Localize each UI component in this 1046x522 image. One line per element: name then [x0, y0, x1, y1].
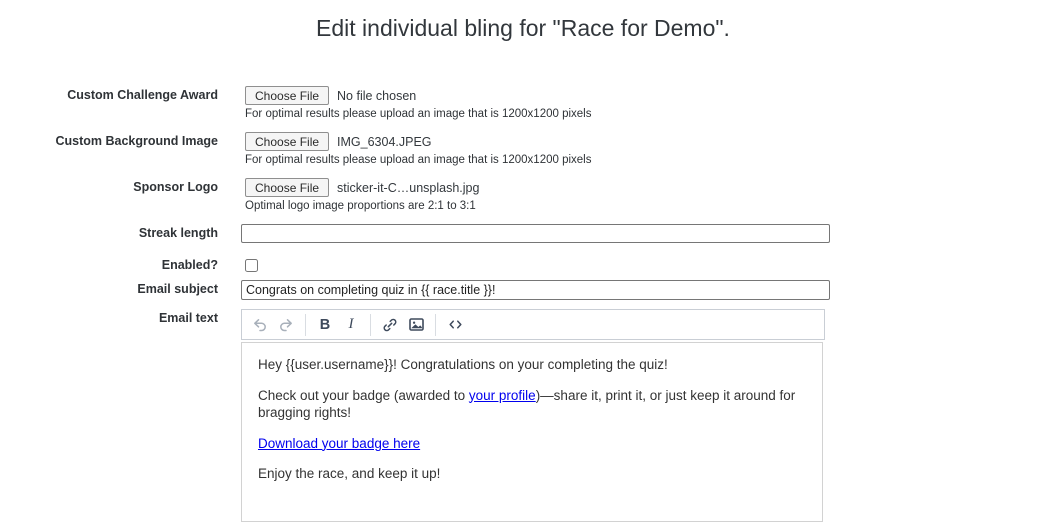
email-greeting-text: Hey {{user.username}}! Congratulations o… [258, 357, 668, 372]
email-badge-paragraph: Check out your badge (awarded to your pr… [258, 387, 806, 422]
choose-file-button[interactable]: Choose File [245, 132, 330, 151]
custom-background-image-field: Choose File IMG_6304.JPEG For optimal re… [241, 132, 1046, 166]
file-name-text: No file chosen [337, 88, 417, 103]
custom-background-image-file-input[interactable]: Choose File IMG_6304.JPEG [245, 132, 1046, 151]
streak-length-label: Streak length [138, 226, 218, 240]
form-row-custom-challenge-award: Custom Challenge Award Choose File No fi… [0, 86, 1046, 120]
redo-icon [278, 317, 294, 333]
custom-challenge-award-file-input[interactable]: Choose File No file chosen [245, 86, 1046, 105]
choose-file-button[interactable]: Choose File [245, 178, 330, 197]
undo-button[interactable] [247, 312, 273, 337]
bold-button[interactable]: B [312, 312, 338, 337]
sponsor-logo-file-input[interactable]: Choose File sticker-it-C…unsplash.jpg [245, 178, 1046, 197]
choose-file-button[interactable]: Choose File [245, 86, 330, 105]
email-download-paragraph: Download your badge here [258, 435, 806, 453]
download-badge-link[interactable]: Download your badge here [258, 436, 420, 451]
help-text: Optimal logo image proportions are 2:1 t… [245, 200, 476, 212]
sponsor-logo-field: Choose File sticker-it-C…unsplash.jpg Op… [241, 178, 1046, 212]
editor-toolbar: B I [241, 309, 825, 340]
code-view-button[interactable] [442, 312, 468, 337]
toolbar-divider [370, 313, 371, 336]
edit-bling-page: Edit individual bling for "Race for Demo… [0, 14, 1046, 522]
enabled-field [241, 256, 1046, 277]
enabled-label: Enabled? [161, 258, 218, 272]
sponsor-logo-label: Sponsor Logo [133, 180, 218, 194]
toolbar-divider [435, 313, 436, 336]
streak-length-input[interactable] [241, 224, 830, 243]
enabled-checkbox[interactable] [245, 259, 258, 272]
image-button[interactable] [403, 312, 429, 337]
email-text-label: Email text [158, 311, 218, 325]
form-row-streak-length: Streak length [0, 224, 1046, 243]
page-title: Edit individual bling for "Race for Demo… [316, 15, 730, 41]
toolbar-divider [305, 313, 306, 336]
badge-text-before: Check out your badge (awarded to [258, 387, 469, 403]
email-subject-input[interactable] [241, 280, 830, 300]
link-icon [382, 317, 398, 333]
form-row-email-text: Email text B I Hey {{user.username}}! Co… [0, 309, 1046, 522]
streak-length-field [241, 224, 1046, 243]
italic-button[interactable]: I [338, 312, 364, 337]
email-closing-text: Enjoy the race, and keep it up! [258, 466, 441, 481]
custom-challenge-award-label: Custom Challenge Award [67, 88, 218, 102]
editor-content-area[interactable]: Hey {{user.username}}! Congratulations o… [241, 342, 823, 522]
form-row-enabled: Enabled? [0, 256, 1046, 277]
help-text: For optimal results please upload an ima… [245, 154, 592, 166]
email-subject-field [241, 280, 1046, 300]
image-icon [408, 316, 425, 333]
help-text: For optimal results please upload an ima… [245, 108, 592, 120]
email-subject-label: Email subject [137, 282, 218, 296]
custom-challenge-award-field: Choose File No file chosen For optimal r… [241, 86, 1046, 120]
file-name-text: sticker-it-C…unsplash.jpg [337, 180, 480, 195]
form-row-sponsor-logo: Sponsor Logo Choose File sticker-it-C…un… [0, 178, 1046, 212]
file-name-text: IMG_6304.JPEG [337, 134, 432, 149]
form-row-custom-background-image: Custom Background Image Choose File IMG_… [0, 132, 1046, 166]
custom-background-image-label: Custom Background Image [55, 134, 218, 148]
your-profile-link[interactable]: your profile [469, 388, 536, 403]
form-row-email-subject: Email subject [0, 280, 1046, 300]
link-button[interactable] [377, 312, 403, 337]
bling-form: Custom Challenge Award Choose File No fi… [0, 86, 1046, 522]
email-text-field: B I Hey {{user.username}}! Congratulatio… [241, 309, 1046, 522]
code-icon [447, 316, 464, 333]
undo-icon [252, 317, 268, 333]
redo-button[interactable] [273, 312, 299, 337]
email-text-editor: B I Hey {{user.username}}! Congratulatio… [241, 309, 825, 522]
